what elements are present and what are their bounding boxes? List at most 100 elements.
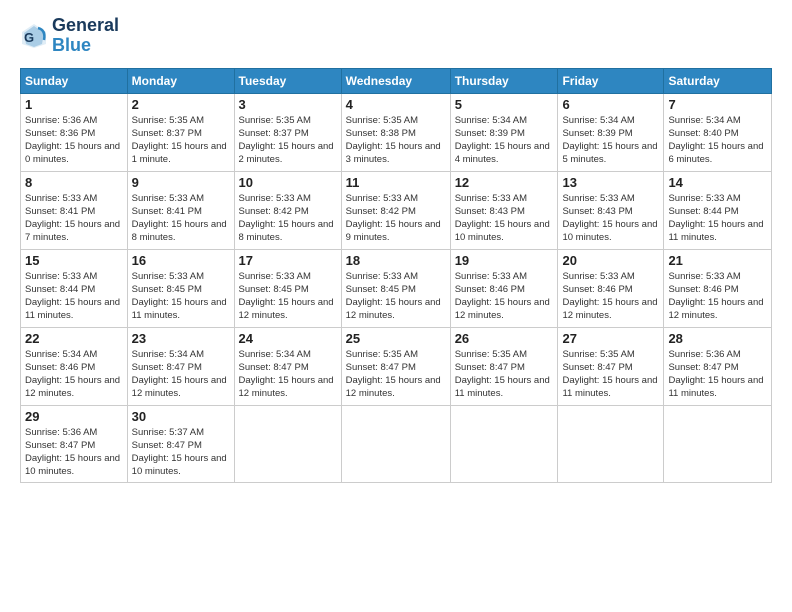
day-number: 9 [132, 175, 230, 190]
day-info: Sunrise: 5:35 AMSunset: 8:37 PMDaylight:… [239, 115, 334, 166]
calendar-body: 1 Sunrise: 5:36 AMSunset: 8:36 PMDaylight… [21, 93, 772, 482]
day-number: 8 [25, 175, 123, 190]
day-info: Sunrise: 5:36 AMSunset: 8:36 PMDaylight:… [25, 115, 120, 166]
day-info: Sunrise: 5:33 AMSunset: 8:45 PMDaylight:… [346, 271, 441, 322]
calendar-cell: 27 Sunrise: 5:35 AMSunset: 8:47 PMDayligh… [558, 327, 664, 405]
calendar-cell: 5Sunrise: 5:34 AMSunset: 8:39 PMDaylight… [450, 93, 558, 171]
weekday-friday: Friday [558, 68, 664, 93]
weekday-sunday: Sunday [21, 68, 128, 93]
day-info: Sunrise: 5:34 AMSunset: 8:47 PMDaylight:… [239, 349, 334, 400]
day-number: 18 [346, 253, 446, 268]
day-number: 20 [562, 253, 659, 268]
day-number: 10 [239, 175, 337, 190]
day-info: Sunrise: 5:35 AMSunset: 8:38 PMDaylight:… [346, 115, 441, 166]
calendar-cell: 19 Sunrise: 5:33 AMSunset: 8:46 PMDayligh… [450, 249, 558, 327]
day-info: Sunrise: 5:34 AMSunset: 8:47 PMDaylight:… [132, 349, 227, 400]
calendar-cell: 18 Sunrise: 5:33 AMSunset: 8:45 PMDayligh… [341, 249, 450, 327]
calendar-cell: 16 Sunrise: 5:33 AMSunset: 8:45 PMDayligh… [127, 249, 234, 327]
weekday-tuesday: Tuesday [234, 68, 341, 93]
day-info: Sunrise: 5:35 AMSunset: 8:37 PMDaylight:… [132, 115, 227, 166]
calendar-cell: 15 Sunrise: 5:33 AMSunset: 8:44 PMDayligh… [21, 249, 128, 327]
day-number: 12 [455, 175, 554, 190]
calendar-cell: 20 Sunrise: 5:33 AMSunset: 8:46 PMDayligh… [558, 249, 664, 327]
day-number: 24 [239, 331, 337, 346]
calendar-cell: 26 Sunrise: 5:35 AMSunset: 8:47 PMDayligh… [450, 327, 558, 405]
day-number: 1 [25, 97, 123, 112]
calendar-cell: 9 Sunrise: 5:33 AMSunset: 8:41 PMDaylight… [127, 171, 234, 249]
day-number: 14 [668, 175, 767, 190]
day-info: Sunrise: 5:33 AMSunset: 8:41 PMDaylight:… [25, 193, 120, 244]
calendar-cell [341, 405, 450, 482]
calendar-table: SundayMondayTuesdayWednesdayThursdayFrid… [20, 68, 772, 483]
week-row-4: 29 Sunrise: 5:36 AMSunset: 8:47 PMDayligh… [21, 405, 772, 482]
day-info: Sunrise: 5:33 AMSunset: 8:43 PMDaylight:… [455, 193, 550, 244]
calendar-cell: 17Sunrise: 5:33 AMSunset: 8:45 PMDayligh… [234, 249, 341, 327]
day-info: Sunrise: 5:33 AMSunset: 8:42 PMDaylight:… [239, 193, 334, 244]
day-number: 6 [562, 97, 659, 112]
day-number: 7 [668, 97, 767, 112]
week-row-1: 8 Sunrise: 5:33 AMSunset: 8:41 PMDaylight… [21, 171, 772, 249]
svg-text:G: G [24, 30, 34, 45]
logo-text: General Blue [52, 16, 119, 56]
calendar-cell: 7 Sunrise: 5:34 AMSunset: 8:40 PMDaylight… [664, 93, 772, 171]
day-info: Sunrise: 5:34 AMSunset: 8:40 PMDaylight:… [668, 115, 763, 166]
calendar-cell [558, 405, 664, 482]
day-info: Sunrise: 5:35 AMSunset: 8:47 PMDaylight:… [562, 349, 657, 400]
day-number: 22 [25, 331, 123, 346]
day-info: Sunrise: 5:36 AMSunset: 8:47 PMDaylight:… [25, 427, 120, 478]
weekday-monday: Monday [127, 68, 234, 93]
day-number: 27 [562, 331, 659, 346]
calendar-cell [664, 405, 772, 482]
day-number: 16 [132, 253, 230, 268]
day-info: Sunrise: 5:33 AMSunset: 8:45 PMDaylight:… [239, 271, 334, 322]
calendar-cell: 10 Sunrise: 5:33 AMSunset: 8:42 PMDayligh… [234, 171, 341, 249]
day-number: 5 [455, 97, 554, 112]
calendar-cell: 14 Sunrise: 5:33 AMSunset: 8:44 PMDayligh… [664, 171, 772, 249]
day-info: Sunrise: 5:33 AMSunset: 8:44 PMDaylight:… [668, 193, 763, 244]
calendar-cell: 13Sunrise: 5:33 AMSunset: 8:43 PMDayligh… [558, 171, 664, 249]
weekday-thursday: Thursday [450, 68, 558, 93]
calendar-cell: 1 Sunrise: 5:36 AMSunset: 8:36 PMDaylight… [21, 93, 128, 171]
page: G General Blue SundayMondayTuesdayWednes… [0, 0, 792, 612]
calendar-cell: 24 Sunrise: 5:34 AMSunset: 8:47 PMDayligh… [234, 327, 341, 405]
calendar-cell: 3Sunrise: 5:35 AMSunset: 8:37 PMDaylight… [234, 93, 341, 171]
calendar-cell [234, 405, 341, 482]
calendar-cell: 2Sunrise: 5:35 AMSunset: 8:37 PMDaylight… [127, 93, 234, 171]
calendar-cell [450, 405, 558, 482]
day-info: Sunrise: 5:34 AMSunset: 8:39 PMDaylight:… [562, 115, 657, 166]
day-info: Sunrise: 5:33 AMSunset: 8:42 PMDaylight:… [346, 193, 441, 244]
logo-icon: G [20, 22, 48, 50]
day-info: Sunrise: 5:33 AMSunset: 8:44 PMDaylight:… [25, 271, 120, 322]
day-number: 25 [346, 331, 446, 346]
calendar-cell: 29 Sunrise: 5:36 AMSunset: 8:47 PMDayligh… [21, 405, 128, 482]
day-number: 19 [455, 253, 554, 268]
day-number: 29 [25, 409, 123, 424]
calendar-cell: 6 Sunrise: 5:34 AMSunset: 8:39 PMDaylight… [558, 93, 664, 171]
day-number: 26 [455, 331, 554, 346]
calendar-cell: 30Sunrise: 5:37 AMSunset: 8:47 PMDayligh… [127, 405, 234, 482]
calendar-cell: 21Sunrise: 5:33 AMSunset: 8:46 PMDayligh… [664, 249, 772, 327]
calendar-cell: 22Sunrise: 5:34 AMSunset: 8:46 PMDayligh… [21, 327, 128, 405]
day-info: Sunrise: 5:33 AMSunset: 8:41 PMDaylight:… [132, 193, 227, 244]
calendar-cell: 4 Sunrise: 5:35 AMSunset: 8:38 PMDaylight… [341, 93, 450, 171]
day-info: Sunrise: 5:35 AMSunset: 8:47 PMDaylight:… [346, 349, 441, 400]
day-info: Sunrise: 5:33 AMSunset: 8:46 PMDaylight:… [562, 271, 657, 322]
weekday-header-row: SundayMondayTuesdayWednesdayThursdayFrid… [21, 68, 772, 93]
day-info: Sunrise: 5:35 AMSunset: 8:47 PMDaylight:… [455, 349, 550, 400]
calendar-cell: 25 Sunrise: 5:35 AMSunset: 8:47 PMDayligh… [341, 327, 450, 405]
week-row-3: 22Sunrise: 5:34 AMSunset: 8:46 PMDayligh… [21, 327, 772, 405]
week-row-0: 1 Sunrise: 5:36 AMSunset: 8:36 PMDaylight… [21, 93, 772, 171]
day-number: 30 [132, 409, 230, 424]
day-number: 4 [346, 97, 446, 112]
day-info: Sunrise: 5:33 AMSunset: 8:43 PMDaylight:… [562, 193, 657, 244]
day-info: Sunrise: 5:33 AMSunset: 8:46 PMDaylight:… [668, 271, 763, 322]
day-info: Sunrise: 5:33 AMSunset: 8:45 PMDaylight:… [132, 271, 227, 322]
weekday-wednesday: Wednesday [341, 68, 450, 93]
day-info: Sunrise: 5:33 AMSunset: 8:46 PMDaylight:… [455, 271, 550, 322]
day-number: 15 [25, 253, 123, 268]
day-number: 28 [668, 331, 767, 346]
calendar-cell: 8 Sunrise: 5:33 AMSunset: 8:41 PMDaylight… [21, 171, 128, 249]
header: G General Blue [20, 16, 772, 56]
calendar-cell: 23Sunrise: 5:34 AMSunset: 8:47 PMDayligh… [127, 327, 234, 405]
day-number: 11 [346, 175, 446, 190]
